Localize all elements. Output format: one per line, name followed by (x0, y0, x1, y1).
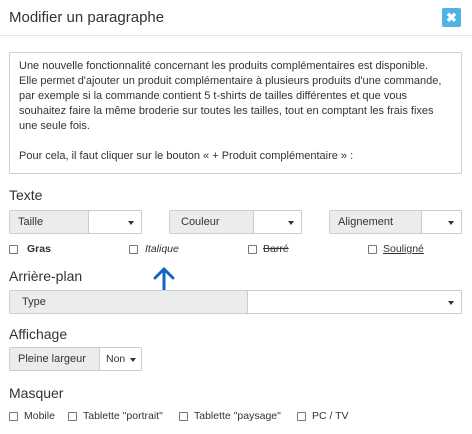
preview-line: une seule fois. (19, 120, 90, 132)
tablette-paysage-label: Tablette "paysage" (194, 410, 281, 422)
section-masquer-heading: Masquer (9, 385, 64, 401)
souligne-checkbox[interactable]: Souligné (368, 243, 424, 255)
dialog-title: Modifier un paragraphe (9, 9, 165, 26)
pleine-largeur-select[interactable]: Pleine largeur Non (9, 347, 142, 371)
preview-line: souhaitez faire la même broderie sur tou… (19, 105, 434, 117)
caret-down-icon (128, 221, 134, 225)
pc-tv-label: PC / TV (312, 410, 349, 422)
pleine-largeur-label: Pleine largeur (10, 348, 100, 370)
alignement-select[interactable]: Alignement (329, 210, 462, 234)
pleine-largeur-dropdown[interactable]: Non (100, 348, 141, 370)
gras-checkbox[interactable]: Gras (9, 243, 51, 255)
checkbox-box[interactable] (129, 244, 138, 254)
souligne-label: Souligné (383, 243, 424, 255)
caret-down-icon (448, 301, 454, 305)
taille-dropdown[interactable] (89, 211, 141, 233)
section-affichage-heading: Affichage (9, 326, 68, 342)
checkbox-box[interactable] (9, 244, 18, 254)
italique-label: Italique (145, 243, 179, 255)
alignement-dropdown[interactable] (422, 211, 461, 233)
italique-checkbox[interactable]: Italique (129, 243, 179, 255)
preview-line: Pour cela, il faut cliquer sur le bouton… (19, 150, 354, 162)
alignement-label: Alignement (330, 211, 422, 233)
checkbox-box[interactable] (368, 244, 377, 254)
tablette-portrait-checkbox[interactable]: Tablette "portrait" (68, 410, 163, 422)
checkbox-box[interactable] (248, 244, 257, 254)
checkbox-box[interactable] (9, 411, 18, 421)
couleur-dropdown[interactable] (254, 211, 301, 233)
type-label: Type (10, 291, 248, 313)
gras-label: Gras (27, 243, 51, 255)
caret-down-icon (130, 358, 136, 362)
tablette-paysage-checkbox[interactable]: Tablette "paysage" (179, 410, 281, 422)
taille-select[interactable]: Taille (9, 210, 142, 234)
caret-down-icon (448, 221, 454, 225)
tablette-portrait-label: Tablette "portrait" (83, 410, 163, 422)
mobile-label: Mobile (24, 410, 55, 422)
type-dropdown[interactable] (248, 291, 461, 313)
type-select[interactable]: Type (9, 290, 462, 314)
pc-tv-checkbox[interactable]: PC / TV (297, 410, 349, 422)
pleine-largeur-value: Non (106, 353, 126, 365)
checkbox-box[interactable] (297, 411, 306, 421)
preview-line: par exemple si la commande contient 5 t-… (19, 90, 408, 102)
preview-line: Elle permet d'ajouter un produit complém… (19, 75, 442, 87)
preview-line: Une nouvelle fonctionnalité concernant l… (19, 60, 429, 72)
checkbox-box[interactable] (179, 411, 188, 421)
section-texte-heading: Texte (9, 187, 43, 203)
taille-label: Taille (10, 211, 89, 233)
section-arriere-plan-heading: Arrière-plan (9, 268, 83, 284)
dialog-header: Modifier un paragraphe ✖ (0, 0, 472, 36)
caret-down-icon (288, 221, 294, 225)
barre-checkbox[interactable]: Barré (248, 243, 289, 255)
barre-label: Barré (263, 243, 289, 255)
couleur-select[interactable]: Couleur (169, 210, 302, 234)
mobile-checkbox[interactable]: Mobile (9, 410, 55, 422)
paragraph-preview[interactable]: Une nouvelle fonctionnalité concernant l… (9, 52, 462, 174)
checkbox-box[interactable] (68, 411, 77, 421)
close-icon[interactable]: ✖ (442, 8, 461, 27)
couleur-label: Couleur (170, 211, 254, 233)
